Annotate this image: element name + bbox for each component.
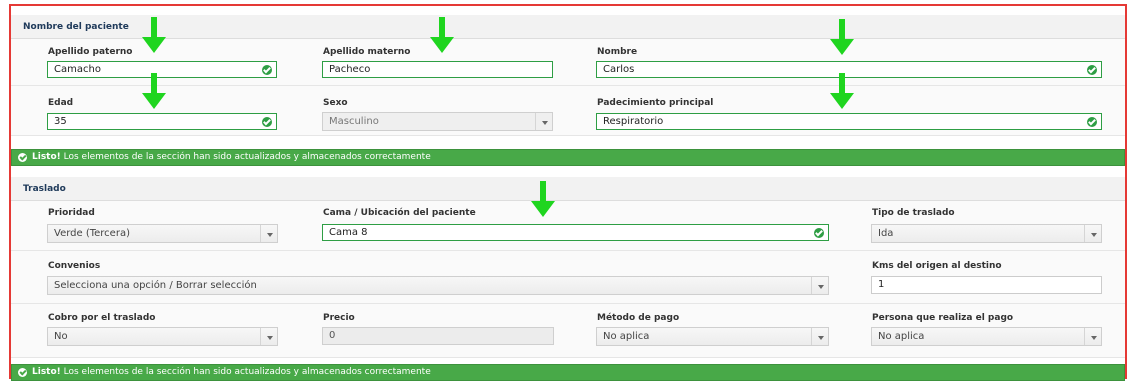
edad-value: 35 [54, 116, 67, 127]
cama-field[interactable]: Cama 8 [322, 224, 829, 241]
sexo-label: Sexo [323, 98, 348, 108]
convenios-label: Convenios [48, 261, 101, 271]
padecimiento-value: Respiratorio [603, 116, 664, 127]
tipo-traslado-select[interactable]: Ida [871, 224, 1102, 243]
chevron-down-icon [1084, 328, 1101, 345]
annotation-arrow-icon [531, 181, 555, 221]
apellido-paterno-label: Apellido paterno [48, 47, 133, 57]
chevron-down-icon [811, 277, 828, 294]
cama-label: Cama / Ubicación del paciente [323, 208, 476, 218]
sexo-value: Masculino [329, 116, 379, 127]
annotation-arrow-icon [142, 17, 166, 57]
banner-strong: Listo! [32, 152, 61, 162]
tipo-traslado-label: Tipo de traslado [872, 208, 955, 218]
check-icon [262, 65, 272, 75]
chevron-down-icon [260, 225, 277, 242]
annotation-arrow-icon [830, 73, 854, 113]
persona-pago-value: No aplica [878, 331, 925, 342]
kms-label: Kms del origen al destino [872, 261, 1002, 271]
nombre-label: Nombre [597, 47, 638, 57]
patient-section-header: Nombre del paciente [11, 15, 1125, 39]
apellido-materno-label: Apellido materno [323, 47, 411, 57]
persona-pago-label: Persona que realiza el pago [872, 313, 1014, 323]
convenios-value: Selecciona una opción / Borrar selección [54, 280, 257, 291]
padecimiento-field[interactable]: Respiratorio [596, 113, 1102, 130]
cobro-label: Cobro por el traslado [48, 313, 156, 323]
precio-value: 0 [329, 330, 336, 341]
metodo-pago-label: Método de pago [597, 313, 680, 323]
convenios-select[interactable]: Selecciona una opción / Borrar selección [47, 276, 829, 295]
sexo-select[interactable]: Masculino [322, 112, 553, 131]
transfer-section-title: Traslado [23, 184, 66, 194]
success-banner-patient: Listo! Los elementos de la sección han s… [11, 149, 1125, 166]
check-icon [1087, 117, 1097, 127]
annotation-arrow-icon [830, 19, 854, 59]
metodo-pago-value: No aplica [603, 331, 650, 342]
annotation-arrow-icon [430, 17, 454, 57]
padecimiento-label: Padecimiento principal [597, 98, 714, 108]
chevron-down-icon [811, 328, 828, 345]
banner-strong: Listo! [32, 367, 61, 377]
success-banner-transfer: Listo! Los elementos de la sección han s… [11, 364, 1125, 381]
prioridad-label: Prioridad [48, 208, 95, 218]
annotation-arrow-icon [142, 73, 166, 113]
edad-label: Edad [48, 98, 74, 108]
edad-field[interactable]: 35 [47, 113, 277, 130]
patient-section-title: Nombre del paciente [23, 22, 129, 32]
kms-field[interactable]: 1 [871, 276, 1102, 294]
check-icon [1087, 65, 1097, 75]
banner-message: Los elementos de la sección han sido act… [60, 152, 431, 162]
prioridad-select[interactable]: Verde (Tercera) [47, 224, 278, 243]
apellido-materno-value: Pacheco [329, 64, 371, 75]
precio-label: Precio [323, 313, 355, 323]
apellido-materno-field[interactable]: Pacheco [322, 61, 553, 78]
precio-field[interactable]: 0 [322, 327, 554, 345]
chevron-down-icon [1084, 225, 1101, 242]
nombre-value: Carlos [603, 64, 635, 75]
prioridad-value: Verde (Tercera) [54, 228, 130, 239]
check-icon [262, 117, 272, 127]
check-circle-icon [18, 368, 27, 377]
metodo-pago-select[interactable]: No aplica [596, 327, 829, 346]
chevron-down-icon [535, 113, 552, 130]
check-circle-icon [18, 153, 27, 162]
apellido-paterno-value: Camacho [54, 64, 101, 75]
tipo-traslado-value: Ida [878, 228, 894, 239]
transfer-section-header: Traslado [11, 177, 1125, 201]
kms-value: 1 [878, 279, 885, 290]
chevron-down-icon [260, 328, 277, 345]
cobro-select[interactable]: No [47, 327, 278, 346]
cobro-value: No [54, 331, 68, 342]
check-icon [814, 228, 824, 238]
persona-pago-select[interactable]: No aplica [871, 327, 1102, 346]
banner-message: Los elementos de la sección han sido act… [60, 367, 431, 377]
cama-value: Cama 8 [329, 227, 368, 238]
